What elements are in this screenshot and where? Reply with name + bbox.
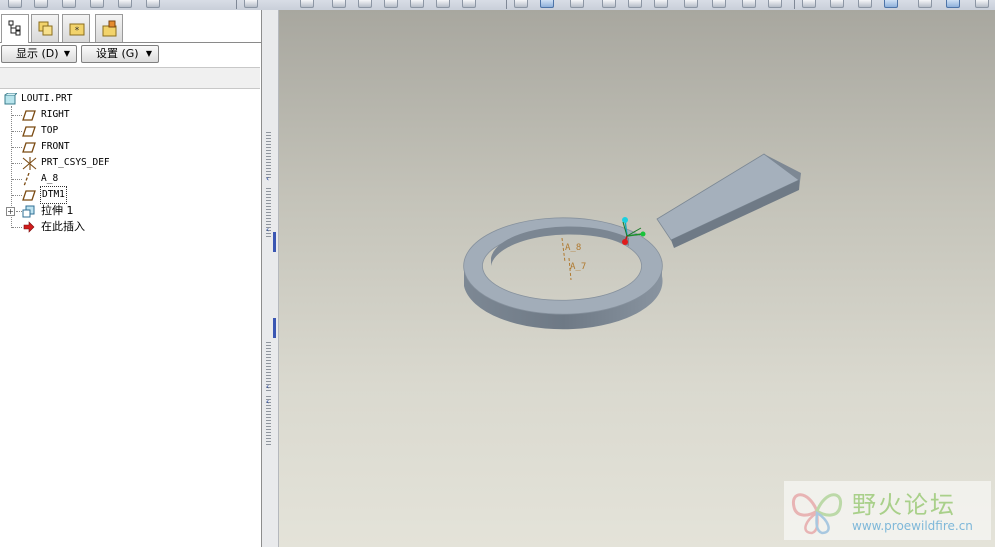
svg-text:*: * (75, 26, 80, 36)
axis-label-a8: A_8 (565, 243, 581, 253)
datum-plane-icon (22, 126, 36, 137)
chevron-down-icon: ▼ (145, 49, 152, 58)
insert-here-arrow-icon (23, 221, 35, 233)
no-hidden-icon[interactable] (858, 0, 872, 8)
tree-item-extrude-1[interactable]: + 拉伸 1 (0, 203, 240, 219)
view-manager-icon[interactable] (768, 0, 782, 8)
send-mail-icon[interactable] (118, 0, 132, 8)
search-tool-icon[interactable] (462, 0, 476, 8)
collapse-left-arrow-icon[interactable]: ‹ (266, 226, 272, 234)
zoom-in-icon[interactable] (602, 0, 616, 8)
toolbar-separator (236, 0, 237, 9)
save-icon[interactable] (62, 0, 76, 8)
open-file-icon[interactable] (34, 0, 48, 8)
link-icon[interactable] (146, 0, 160, 8)
parameters-icon[interactable] (436, 0, 450, 8)
datum-plane-icon (22, 190, 36, 201)
datum-display-icon[interactable] (918, 0, 932, 8)
toolbar-separator (506, 0, 507, 9)
paste-icon[interactable] (358, 0, 372, 8)
display-dropdown[interactable]: 显示 (D) ▼ (1, 45, 77, 63)
tree-item-prt-csys-def[interactable]: PRT_CSYS_DEF (0, 155, 240, 171)
tree-item-top[interactable]: TOP (0, 123, 240, 139)
new-file-icon[interactable] (8, 0, 22, 8)
zoom-out-icon[interactable] (628, 0, 642, 8)
collapse-left-arrow-icon[interactable]: ‹ (266, 383, 272, 391)
model-tree-header (0, 67, 260, 89)
repaint-icon[interactable] (514, 0, 528, 8)
splitter-marker (273, 232, 276, 252)
connections-icon (102, 20, 117, 37)
datum-plane-icon (22, 142, 36, 153)
tab-folder-browser[interactable] (31, 14, 59, 42)
watermark-url: www.proewildfire.cn (852, 519, 973, 533)
wireframe-icon[interactable] (802, 0, 816, 8)
tree-item-dtm1[interactable]: DTM1 (0, 186, 240, 204)
forum-watermark: 野火论坛 www.proewildfire.cn (784, 481, 991, 540)
spin-center-icon[interactable] (540, 0, 554, 8)
relations-icon[interactable] (410, 0, 424, 8)
panel-splitter[interactable]: ‹ ‹ ‹ ‹ (262, 10, 279, 547)
chevron-down-icon: ▼ (63, 49, 70, 58)
print-icon[interactable] (90, 0, 104, 8)
settings-dropdown-label: 设置 (G) (96, 47, 139, 60)
hidden-line-icon[interactable] (830, 0, 844, 8)
tree-item-label: 在此插入 (41, 220, 85, 233)
splitter-grip[interactable] (266, 132, 271, 178)
tree-item-insert-here[interactable]: 在此插入 (0, 219, 240, 235)
csys-icon (22, 157, 37, 170)
settings-dropdown[interactable]: 设置 (G) ▼ (81, 45, 159, 63)
datum-plane-icon (22, 110, 36, 121)
tree-item-label: A_8 (41, 173, 59, 184)
graphics-viewport[interactable]: A_8 A_7 野火论坛 www.proewildfire.cn (279, 10, 995, 547)
tree-root-item[interactable]: LOUTI.PRT (0, 91, 240, 107)
expand-plus-icon[interactable]: + (6, 207, 15, 216)
tree-item-right[interactable]: RIGHT (0, 107, 240, 123)
tree-item-label: FRONT (41, 141, 70, 152)
navigator-tabs: * (0, 12, 261, 43)
tree-item-label: DTM1 (40, 186, 67, 204)
butterfly-logo-icon (791, 493, 843, 535)
folder-browser-icon (38, 21, 53, 36)
tree-item-label: RIGHT (41, 109, 70, 120)
copy-icon[interactable] (332, 0, 346, 8)
reorient-icon[interactable] (684, 0, 698, 8)
splitter-marker (273, 318, 276, 338)
tab-connections[interactable] (95, 14, 123, 42)
layers-icon[interactable] (742, 0, 756, 8)
tree-item-a-8[interactable]: A_8 (0, 171, 240, 187)
datum-axes-toggle-icon[interactable] (975, 0, 989, 8)
toolbar-separator (794, 0, 795, 9)
part-model-graphic[interactable]: A_8 A_7 (279, 10, 995, 547)
tree-item-label: TOP (41, 125, 59, 136)
tree-item-label: 拉伸 1 (41, 204, 74, 217)
undo-icon[interactable] (244, 0, 258, 8)
display-dropdown-label: 显示 (D) (16, 47, 59, 60)
favorites-folder-icon: * (69, 23, 85, 36)
collapse-left-arrow-icon[interactable]: ‹ (266, 398, 272, 406)
part-icon (4, 93, 17, 105)
tree-item-front[interactable]: FRONT (0, 139, 240, 155)
navigator-panel: * 显示 (D) ▼ 设置 (G) ▼ LOUTI.PRT RIGHT TOP … (0, 10, 262, 547)
extrude-icon (22, 205, 35, 218)
orient-mode-icon[interactable] (570, 0, 584, 8)
saved-views-icon[interactable] (712, 0, 726, 8)
paste-special-icon[interactable] (384, 0, 398, 8)
regenerate-icon[interactable] (300, 0, 314, 8)
tree-root-label: LOUTI.PRT (21, 93, 73, 104)
collapse-left-arrow-icon[interactable]: ‹ (266, 175, 272, 183)
tab-model-tree[interactable] (1, 14, 29, 43)
axis-label-a7: A_7 (570, 262, 586, 272)
tab-favorites[interactable]: * (62, 14, 90, 42)
refit-icon[interactable] (654, 0, 668, 8)
tree-item-label: PRT_CSYS_DEF (41, 157, 110, 168)
shading-icon[interactable] (884, 0, 898, 8)
datum-planes-toggle-icon[interactable] (946, 0, 960, 8)
datum-axis-icon (23, 173, 30, 187)
model-tree-icon (8, 20, 21, 36)
watermark-title: 野火论坛 (852, 491, 956, 519)
